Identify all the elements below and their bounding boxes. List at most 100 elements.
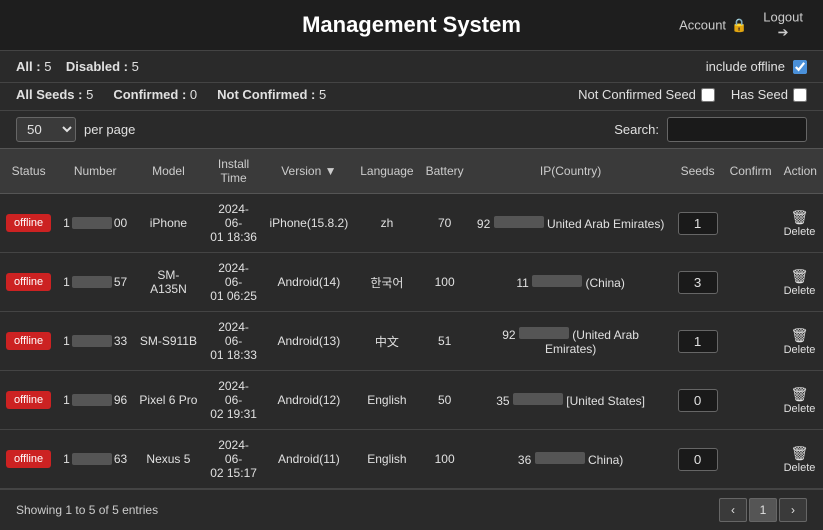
cell-model-0: iPhone (133, 194, 203, 253)
cell-confirm-2 (724, 312, 778, 371)
delete-button-2[interactable]: 🗑 Delete (784, 327, 816, 356)
lock-icon: 🔒 (731, 17, 747, 33)
include-offline-section: include offline (706, 59, 807, 74)
ip-blur-3 (513, 393, 563, 405)
cell-confirm-4 (724, 430, 778, 489)
cell-seeds-0 (672, 194, 724, 253)
cell-battery-1: 100 (420, 253, 470, 312)
account-section[interactable]: Account 🔒 (679, 17, 747, 33)
seeds-input-2[interactable] (678, 330, 718, 353)
col-ip-country: IP(Country) (470, 149, 672, 194)
all-seeds-stat: All Seeds : 5 (16, 87, 93, 102)
trash-icon-1: 🗑 (791, 268, 809, 285)
logout-button[interactable]: Logout ➔ (763, 10, 803, 41)
delete-button-4[interactable]: 🗑 Delete (784, 445, 816, 474)
cell-model-1: SM-A135N (133, 253, 203, 312)
cell-action-2: 🗑 Delete (778, 312, 823, 371)
number-blur-3 (72, 394, 112, 406)
cell-install-time-2: 2024-06- 01 18:33 (204, 312, 264, 371)
include-offline-checkbox[interactable] (793, 60, 807, 74)
per-page-select[interactable]: 50 100 200 (16, 117, 76, 142)
delete-button-3[interactable]: 🗑 Delete (784, 386, 816, 415)
col-battery: Battery (420, 149, 470, 194)
cell-seeds-4 (672, 430, 724, 489)
cell-battery-4: 100 (420, 430, 470, 489)
not-confirmed-seed-label: Not Confirmed Seed (578, 87, 696, 102)
has-seed-checkbox[interactable] (793, 88, 807, 102)
table-row: offline 1 96 Pixel 6 Pro 2024-06- 02 19:… (0, 371, 823, 430)
cell-language-4: English (354, 430, 419, 489)
stats-left-2: All Seeds : 5 Confirmed : 0 Not Confirme… (16, 87, 326, 102)
logout-label: Logout (763, 10, 803, 25)
table-row: offline 1 57 SM-A135N 2024-06- 01 06:25 … (0, 253, 823, 312)
table-header-row: Status Number Model InstallTime Version … (0, 149, 823, 194)
cell-status-0: offline (0, 194, 57, 253)
cell-confirm-1 (724, 253, 778, 312)
cell-install-time-1: 2024-06- 01 06:25 (204, 253, 264, 312)
cell-model-2: SM-S911B (133, 312, 203, 371)
cell-confirm-0 (724, 194, 778, 253)
confirmed-stat: Confirmed : 0 (113, 87, 197, 102)
cell-version-4: Android(11) (263, 430, 354, 489)
trash-icon-4: 🗑 (791, 445, 809, 462)
prev-page-button[interactable]: ‹ (719, 498, 747, 522)
col-install-time: InstallTime (204, 149, 264, 194)
next-page-button[interactable]: › (779, 498, 807, 522)
include-offline-label: include offline (706, 59, 785, 74)
per-page-label: per page (84, 122, 135, 137)
search-label: Search: (614, 122, 659, 137)
cell-version-2: Android(13) (263, 312, 354, 371)
not-confirmed-stat: Not Confirmed : 5 (217, 87, 326, 102)
seeds-input-0[interactable] (678, 212, 718, 235)
delete-button-1[interactable]: 🗑 Delete (784, 268, 816, 297)
cell-number-0: 1 00 (57, 194, 133, 253)
number-blur-4 (72, 453, 112, 465)
table-row: offline 1 33 SM-S911B 2024-06- 01 18:33 … (0, 312, 823, 371)
cell-ip-1: 11 (China) (470, 253, 672, 312)
seeds-input-3[interactable] (678, 389, 718, 412)
number-blur-0 (72, 217, 112, 229)
col-number: Number (57, 149, 133, 194)
cell-action-1: 🗑 Delete (778, 253, 823, 312)
cell-language-1: 한국어 (354, 253, 419, 312)
not-confirmed-seed-filter: Not Confirmed Seed (578, 87, 715, 102)
col-version[interactable]: Version ▼ (263, 149, 354, 194)
ip-blur-2 (519, 327, 569, 339)
trash-icon-0: 🗑 (791, 209, 809, 226)
seed-filters: Not Confirmed Seed Has Seed (578, 87, 807, 102)
ip-blur-4 (535, 452, 585, 464)
search-input[interactable] (667, 117, 807, 142)
cell-battery-0: 70 (420, 194, 470, 253)
cell-action-3: 🗑 Delete (778, 371, 823, 430)
header-actions: Account 🔒 Logout ➔ (679, 10, 803, 41)
page-title: Management System (302, 12, 521, 37)
devices-table: Status Number Model InstallTime Version … (0, 149, 823, 489)
pagination-controls: ‹ 1 › (719, 498, 807, 522)
page-1-button[interactable]: 1 (749, 498, 777, 522)
cell-language-0: zh (354, 194, 419, 253)
col-seeds: Seeds (672, 149, 724, 194)
cell-battery-3: 50 (420, 371, 470, 430)
ip-blur-0 (494, 216, 544, 228)
cell-seeds-2 (672, 312, 724, 371)
not-confirmed-seed-checkbox[interactable] (701, 88, 715, 102)
cell-install-time-0: 2024-06- 01 18:36 (204, 194, 264, 253)
status-badge-3: offline (6, 391, 51, 409)
logout-icon: ➔ (778, 25, 789, 41)
cell-model-4: Nexus 5 (133, 430, 203, 489)
delete-button-0[interactable]: 🗑 Delete (784, 209, 816, 238)
seeds-input-4[interactable] (678, 448, 718, 471)
cell-ip-0: 92 United Arab Emirates) (470, 194, 672, 253)
cell-seeds-1 (672, 253, 724, 312)
cell-number-4: 1 63 (57, 430, 133, 489)
cell-action-4: 🗑 Delete (778, 430, 823, 489)
table-container: Status Number Model InstallTime Version … (0, 149, 823, 489)
col-language: Language (354, 149, 419, 194)
has-seed-label: Has Seed (731, 87, 788, 102)
cell-number-3: 1 96 (57, 371, 133, 430)
seeds-input-1[interactable] (678, 271, 718, 294)
table-row: offline 1 63 Nexus 5 2024-06- 02 15:17 A… (0, 430, 823, 489)
has-seed-filter: Has Seed (731, 87, 807, 102)
pagination-bar: Showing 1 to 5 of 5 entries ‹ 1 › (0, 489, 823, 530)
status-badge-2: offline (6, 332, 51, 350)
